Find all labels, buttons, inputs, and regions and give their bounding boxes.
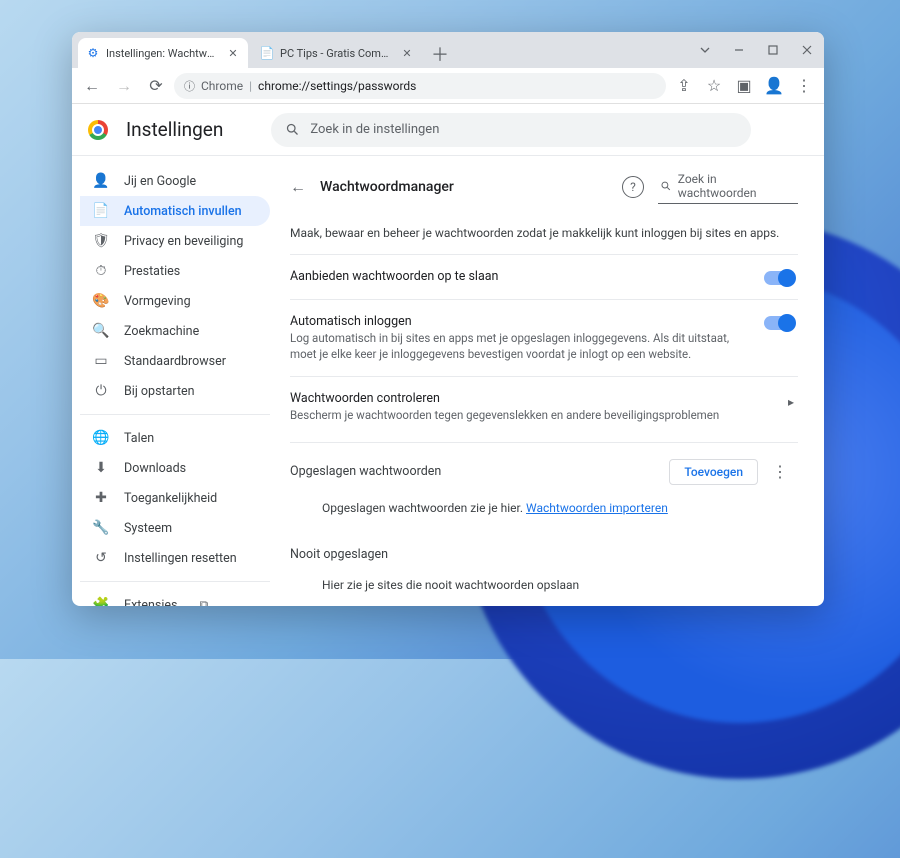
- accessibility-icon: ✚: [92, 490, 110, 506]
- sidebar-item-you-and-google[interactable]: 👤Jij en Google: [80, 166, 270, 196]
- sidebar-item-autofill[interactable]: 📄Automatisch invullen: [80, 196, 270, 226]
- sidebar-item-on-startup[interactable]: ⏻Bij opstarten: [80, 376, 270, 406]
- tab-label: Instellingen: Wachtwoordmanag: [106, 47, 220, 60]
- row-label: Wachtwoorden controleren: [290, 391, 774, 406]
- close-icon[interactable]: ✕: [400, 46, 414, 60]
- row-sublabel: Bescherm je wachtwoorden tegen gegevensl…: [290, 408, 774, 424]
- globe-icon: 🌐: [92, 430, 110, 446]
- tab-label: PC Tips - Gratis Computer Tips. i: [280, 47, 394, 60]
- section-description: Maak, bewaar en beheer je wachtwoorden z…: [290, 226, 798, 240]
- tab-settings[interactable]: ⚙ Instellingen: Wachtwoordmanag ✕: [78, 38, 248, 68]
- gear-icon: ⚙: [86, 46, 100, 60]
- bookmark-icon[interactable]: ☆: [700, 72, 728, 100]
- page-title: Instellingen: [126, 118, 223, 141]
- address-bar[interactable]: ⓘ Chrome | chrome://settings/passwords: [174, 73, 666, 99]
- power-icon: ⏻: [92, 383, 110, 399]
- extension-icon: 🧩: [92, 597, 110, 606]
- autofill-icon: 📄: [92, 203, 110, 219]
- sidebar-item-downloads[interactable]: ⬇Downloads: [80, 453, 270, 483]
- row-check-passwords[interactable]: Wachtwoorden controleren Bescherm je wac…: [290, 376, 798, 438]
- reload-button[interactable]: ⟳: [142, 72, 170, 100]
- reading-list-icon[interactable]: ▣: [730, 72, 758, 100]
- sidebar-item-extensions[interactable]: 🧩Extensies⧉: [80, 590, 270, 606]
- speed-icon: ⏱: [92, 263, 110, 279]
- sidebar-item-search-engine[interactable]: 🔍Zoekmachine: [80, 316, 270, 346]
- password-search[interactable]: Zoek in wachtwoorden: [658, 170, 798, 204]
- row-label: Automatisch inloggen: [290, 314, 750, 329]
- search-icon: [660, 180, 672, 192]
- section-label: Nooit opgeslagen: [290, 547, 794, 562]
- maximize-button[interactable]: [756, 32, 790, 68]
- row-offer-save-passwords: Aanbieden wachtwoorden op te slaan: [290, 254, 798, 299]
- url-scheme: Chrome: [201, 79, 243, 93]
- search-placeholder: Zoek in wachtwoorden: [678, 172, 796, 200]
- sidebar-item-system[interactable]: 🔧Systeem: [80, 513, 270, 543]
- share-icon[interactable]: ⇪: [670, 72, 698, 100]
- toggle-auto-signin[interactable]: [764, 316, 794, 330]
- browser-icon: ▭: [92, 353, 110, 369]
- never-saved-empty: Hier zie je sites die nooit wachtwoorden…: [290, 572, 798, 606]
- profile-icon[interactable]: 👤: [760, 72, 788, 100]
- tab-strip: ⚙ Instellingen: Wachtwoordmanag ✕ 📄 PC T…: [72, 32, 688, 68]
- settings-main: ← Wachtwoordmanager ? Zoek in wachtwoord…: [278, 156, 824, 606]
- chrome-window: ⚙ Instellingen: Wachtwoordmanag ✕ 📄 PC T…: [72, 32, 824, 606]
- sidebar-item-appearance[interactable]: 🎨Vormgeving: [80, 286, 270, 316]
- row-label: Aanbieden wachtwoorden op te slaan: [290, 269, 750, 284]
- search-icon: 🔍: [92, 323, 110, 339]
- sidebar-item-privacy[interactable]: 🛡Privacy en beveiliging: [80, 226, 270, 256]
- site-icon: 📄: [260, 46, 274, 60]
- section-title: Wachtwoordmanager: [320, 179, 454, 195]
- search-icon: [285, 122, 300, 137]
- tab-pctips[interactable]: 📄 PC Tips - Gratis Computer Tips. i ✕: [252, 38, 422, 68]
- close-icon[interactable]: ✕: [226, 46, 240, 60]
- open-in-new-icon: ⧉: [200, 598, 209, 607]
- page-content: Instellingen Zoek in de instellingen 👤Ji…: [72, 104, 824, 606]
- titlebar: ⚙ Instellingen: Wachtwoordmanag ✕ 📄 PC T…: [72, 32, 824, 68]
- separator: [80, 581, 270, 582]
- chrome-logo-icon: [88, 120, 108, 140]
- sidebar-item-accessibility[interactable]: ✚Toegankelijkheid: [80, 483, 270, 513]
- help-icon[interactable]: ?: [622, 176, 644, 198]
- settings-header: Instellingen Zoek in de instellingen: [72, 104, 824, 156]
- back-button[interactable]: ←: [78, 72, 106, 100]
- close-button[interactable]: [790, 32, 824, 68]
- sidebar-item-performance[interactable]: ⏱Prestaties: [80, 256, 270, 286]
- back-arrow-icon[interactable]: ←: [290, 177, 306, 197]
- toggle-offer-save[interactable]: [764, 271, 794, 285]
- saved-passwords-empty: Opgeslagen wachtwoorden zie je hier. Wac…: [290, 495, 798, 537]
- url-path: chrome://settings/passwords: [258, 79, 416, 93]
- forward-button[interactable]: →: [110, 72, 138, 100]
- download-icon: ⬇: [92, 460, 110, 476]
- sidebar-item-languages[interactable]: 🌐Talen: [80, 423, 270, 453]
- palette-icon: 🎨: [92, 293, 110, 309]
- chevron-down-icon[interactable]: [688, 32, 722, 68]
- section-label: Opgeslagen wachtwoorden: [290, 464, 669, 479]
- new-tab-button[interactable]: ＋: [426, 40, 454, 68]
- minimize-button[interactable]: [722, 32, 756, 68]
- window-controls: [688, 32, 824, 68]
- separator: [80, 414, 270, 415]
- section-header: ← Wachtwoordmanager ? Zoek in wachtwoord…: [290, 170, 798, 204]
- menu-icon[interactable]: ⋮: [790, 72, 818, 100]
- shield-icon: 🛡: [92, 233, 110, 249]
- toolbar: ← → ⟳ ⓘ Chrome | chrome://settings/passw…: [72, 68, 824, 104]
- settings-search[interactable]: Zoek in de instellingen: [271, 113, 751, 147]
- search-placeholder: Zoek in de instellingen: [310, 122, 439, 137]
- sidebar-item-reset[interactable]: ↺Instellingen resetten: [80, 543, 270, 573]
- settings-sidebar: 👤Jij en Google 📄Automatisch invullen 🛡Pr…: [72, 156, 278, 606]
- sidebar-item-default-browser[interactable]: ▭Standaardbrowser: [80, 346, 270, 376]
- import-passwords-link[interactable]: Wachtwoorden importeren: [526, 501, 668, 515]
- site-info-icon[interactable]: ⓘ: [184, 78, 195, 94]
- row-sublabel: Log automatisch in bij sites en apps met…: [290, 331, 750, 362]
- wrench-icon: 🔧: [92, 520, 110, 536]
- saved-passwords-header: Opgeslagen wachtwoorden Toevoegen ⋮: [290, 442, 798, 495]
- row-auto-signin: Automatisch inloggen Log automatisch in …: [290, 299, 798, 376]
- person-icon: 👤: [92, 173, 110, 189]
- add-password-button[interactable]: Toevoegen: [669, 459, 758, 485]
- never-saved-header: Nooit opgeslagen: [290, 541, 798, 572]
- more-icon[interactable]: ⋮: [766, 462, 794, 481]
- reset-icon: ↺: [92, 550, 110, 566]
- chevron-right-icon: ▸: [788, 395, 794, 409]
